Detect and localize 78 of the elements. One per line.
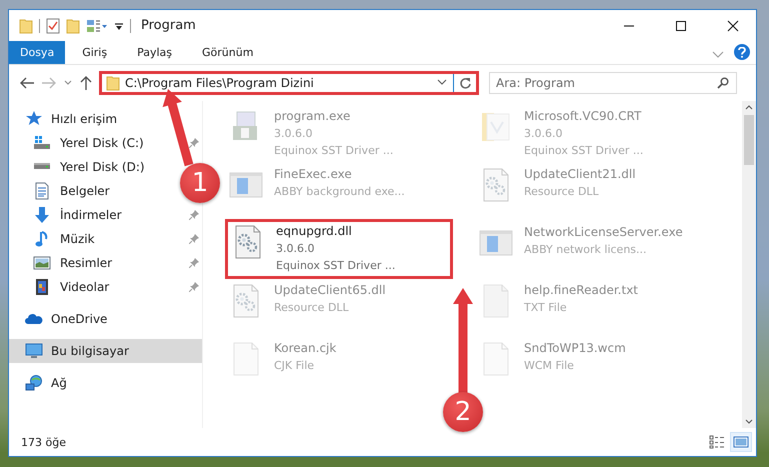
window-title: Program [141,18,197,33]
folder-icon[interactable] [19,18,33,34]
file-name: FineExec.exe [274,166,353,183]
scrollbar[interactable] [742,101,756,428]
help-icon[interactable] [734,44,750,60]
file-detail: 3.0.6.0 [274,126,314,142]
file-name: help.fineReader.txt [524,282,638,299]
sidebar-item[interactable]: Ağ [9,371,73,395]
file-name: eqnupgrd.dll [276,223,353,240]
file-detail: Resource DLL [274,300,350,316]
file-detail: CJK File [274,358,316,374]
file-name: UpdateClient65.dll [274,282,386,299]
view-dropdown-icon[interactable] [86,18,108,32]
scrollbar-thumb[interactable] [744,115,754,165]
ribbon-tab[interactable]: Dosya [9,41,66,64]
monitor-icon [25,342,43,360]
search-field[interactable]: Ara: Program [489,72,737,94]
sidebar-item[interactable]: Resimler [9,251,202,275]
file-detail: Equinox SST Driver ... [524,143,644,159]
sidebar-item[interactable]: Yerel Disk (C:) [9,131,202,155]
file-detail: Equinox SST Driver ... [274,143,394,159]
file-detail: 3.0.6.0 [276,241,316,257]
ribbon-tab[interactable]: Giriş [69,41,120,64]
drive-icon [33,163,51,170]
sidebar-item[interactable]: Belgeler [9,179,116,203]
sidebar-item[interactable]: Videolar [9,275,202,299]
pin-icon[interactable] [189,282,199,292]
pin-icon[interactable] [189,210,199,220]
document-icon [33,182,51,200]
file-detail: Resource DLL [524,184,600,200]
maximize-icon [675,20,687,32]
sidebar-item[interactable]: Yerel Disk (D:) [9,155,151,179]
download-arrow-icon [33,206,51,224]
file-name: SndToWP13.wcm [524,340,626,357]
details-view-icon [709,435,725,449]
view-button[interactable] [730,432,752,452]
file-name: Korean.cjk [274,340,336,357]
customize-toolbar-icon[interactable] [114,20,124,30]
address-bar[interactable]: C:\Program Files\Program Dizini [99,71,479,95]
sidebar-item[interactable]: OneDrive [9,307,114,331]
new-folder-icon[interactable] [66,18,80,34]
sidebar-item[interactable]: İndirmeler [9,203,202,227]
dropdown-caret-icon[interactable] [436,79,448,87]
sidebar-item[interactable]: Müzik [9,227,202,251]
up-arrow-icon[interactable] [79,75,93,91]
film-icon [33,278,51,296]
close-icon [727,20,739,32]
file-detail: WCM File [524,358,575,374]
file-name: UpdateClient21.dll [524,166,636,183]
ribbon-tab[interactable]: Görünüm [189,41,266,64]
ribbon-tab[interactable]: Paylaş [124,41,185,64]
file-detail: TXT File [524,300,568,316]
file-name: NetworkLicenseServer.exe [524,224,683,241]
pin-icon[interactable] [189,138,199,148]
file-detail: 3.0.6.0 [524,126,564,142]
file-detail: ABBY network licens... [524,242,648,258]
refresh-icon [458,76,472,90]
drive-icon [33,134,51,152]
file-item[interactable]: eqnupgrd.dll 3.0.6.0 Equinox SST Driver ... [225,219,453,279]
pin-icon[interactable] [189,234,199,244]
expand-ribbon-icon[interactable] [712,50,724,58]
picture-icon [33,254,51,272]
properties-icon[interactable] [46,18,60,34]
back-arrow-icon[interactable] [19,76,35,90]
pin-icon[interactable] [189,258,199,268]
item-count: 173 öğe [21,436,67,448]
forward-arrow-icon[interactable] [41,76,57,90]
large-icons-view-icon [733,435,749,449]
file-detail: ABBY background exe... [274,184,405,200]
address-path: C:\Program Files\Program Dizini [125,76,315,90]
file-name: Microsoft.VC90.CRT [524,108,642,125]
file-name: program.exe [274,108,352,125]
sidebar-item[interactable]: Hızlı erişim [9,107,124,131]
recent-locations-icon[interactable] [63,79,73,87]
file-detail: Equinox SST Driver ... [276,258,396,274]
sidebar-item[interactable]: Bu bilgisayar [9,339,202,363]
folder-icon [106,75,120,91]
network-icon [25,374,43,392]
